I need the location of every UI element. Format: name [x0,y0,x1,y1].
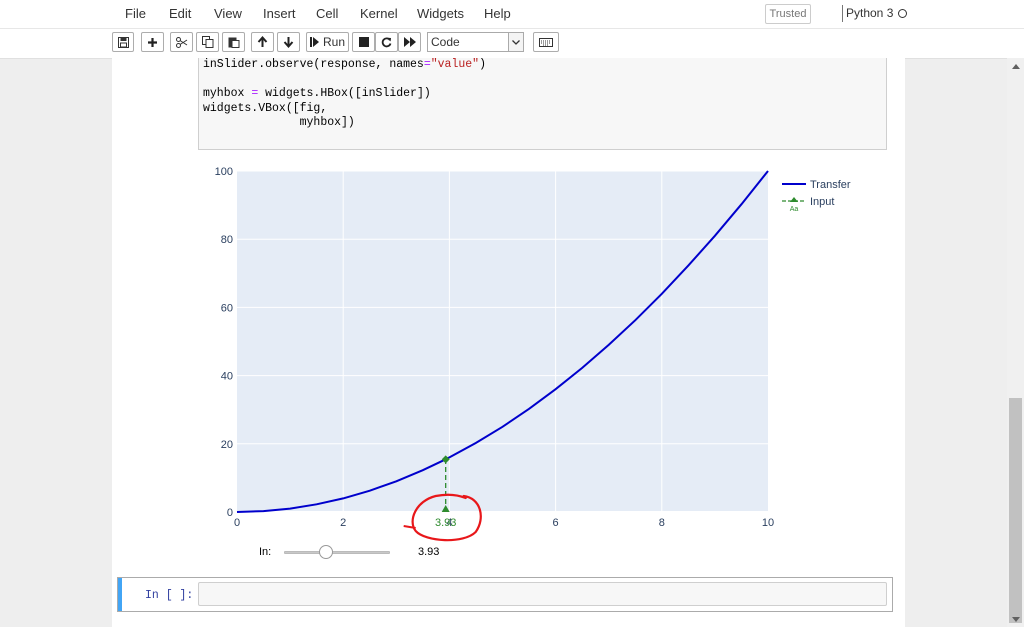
plus-icon [148,37,157,47]
code-cell-input-empty[interactable] [198,582,887,606]
interrupt-button[interactable] [352,32,375,52]
save-button[interactable] [112,32,134,52]
slider-handle[interactable] [318,545,333,559]
x-tick-label: 2 [340,517,346,529]
move-up-button[interactable] [251,32,274,52]
plot-figure[interactable]: 0 2 4 6 8 10020406080100 3.93 Transfer Aa Inp… [200,160,880,542]
run-label: Run [322,35,345,49]
y-tick-label: 0 [227,507,233,519]
code-text: myhbox [203,87,252,100]
x-tick-label: 8 [659,517,665,529]
code-text: inSlider.observe(response, names [203,58,424,71]
slider-readout: 3.93 [418,546,440,558]
x-tick-label: 6 [553,517,559,529]
chevron-down-icon [508,33,523,51]
code-cell-input[interactable]: inSlider.observe(response, names="value"… [198,58,887,150]
move-down-button[interactable] [277,32,300,52]
copy-icon [201,36,213,48]
kernel-separator [842,5,843,22]
menu-edit[interactable]: Edit [169,6,191,21]
restart-button[interactable] [375,32,398,52]
copy-button[interactable] [196,32,219,52]
cell-selection-bar [118,578,122,611]
insert-cell-button[interactable] [141,32,164,52]
x-tick-label: 0 [234,517,240,529]
code-operator: = [423,58,431,71]
x-tick-label: 10 [762,517,774,529]
command-palette-button[interactable] [533,32,559,52]
paste-icon [228,37,239,48]
menu-cell[interactable]: Cell [316,6,338,21]
keyboard-icon [539,37,553,47]
paste-button[interactable] [222,32,245,52]
restart-icon [381,37,392,47]
menu-file[interactable]: File [125,6,146,21]
y-tick-label: 60 [221,302,233,314]
menu-widgets[interactable]: Widgets [417,6,464,21]
scrollbar-thumb[interactable] [1009,398,1022,623]
input-value-label: 3.93 [435,517,456,529]
scrollbar[interactable] [1007,58,1024,627]
slider-label: In: [259,546,272,558]
cell-type-select[interactable]: Code [427,32,524,52]
slider-track[interactable] [284,551,390,554]
scroll-up-arrow-icon[interactable] [1007,58,1024,74]
scroll-down-arrow-icon[interactable] [1007,611,1024,627]
legend-input-label[interactable]: Input [810,196,834,208]
code-text: widgets.VBox([fig, [203,101,328,115]
plot-area[interactable] [237,171,768,512]
menu-view[interactable]: View [214,6,242,21]
run-icon [309,37,319,47]
arrow-down-icon [283,37,294,48]
save-icon [117,36,129,48]
code-editor[interactable]: inSlider.observe(response, names="value"… [203,58,486,131]
code-text: widgets.HBox([inSlider]) [258,87,431,100]
y-tick-label: 80 [221,234,233,246]
stop-icon [358,37,369,47]
kernel-name[interactable]: Python 3 [846,6,893,20]
y-tick-label: 40 [221,371,233,383]
menu-bar: File Edit View Insert Cell Kernel Widget… [0,0,1024,29]
code-text: ) [479,58,486,71]
legend-input-marker [790,197,798,202]
legend-transfer-label[interactable]: Transfer [810,179,851,191]
y-tick-label: 100 [215,166,233,178]
run-button[interactable]: Run [306,32,349,52]
code-string: "value" [430,58,480,71]
menu-insert[interactable]: Insert [263,6,296,21]
restart-run-all-button[interactable] [398,32,421,52]
menu-help[interactable]: Help [484,6,511,21]
arrow-up-icon [257,36,268,47]
trusted-indicator[interactable]: Trusted [765,4,811,24]
cut-icon [175,36,187,48]
menu-kernel[interactable]: Kernel [360,6,398,21]
code-text: myhbox]) [203,116,355,129]
cell-type-value: Code [431,35,460,49]
kernel-idle-icon [898,9,907,18]
y-tick-label: 20 [221,439,233,451]
fast-forward-icon [403,37,416,47]
cell-prompt: In [ ]: [145,589,194,602]
legend-input-icon-text: Aa [790,206,799,213]
cut-button[interactable] [170,32,193,52]
legend[interactable]: Transfer Aa Input [782,179,851,213]
